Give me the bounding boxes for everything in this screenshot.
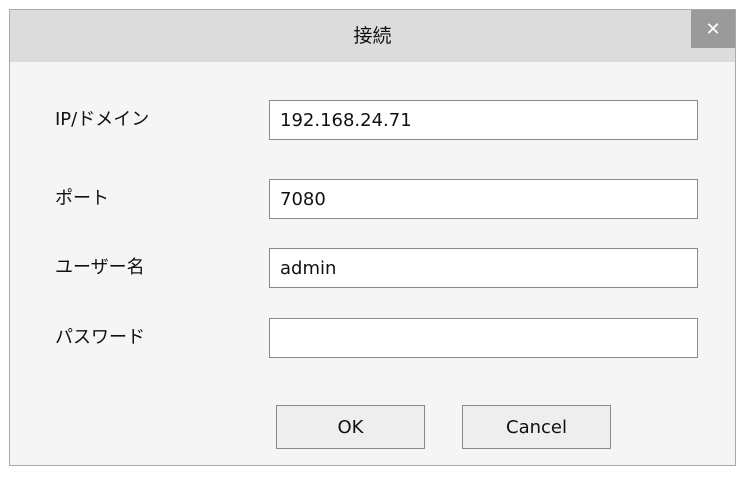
cancel-button[interactable]: Cancel [462, 405, 611, 449]
username-label: ユーザー名 [55, 257, 145, 278]
host-input[interactable] [269, 100, 698, 140]
close-icon: ✕ [705, 18, 721, 40]
port-row: ポート [10, 179, 735, 219]
username-row: ユーザー名 [10, 248, 735, 288]
port-input[interactable] [269, 179, 698, 219]
username-input[interactable] [269, 248, 698, 288]
host-label: IP/ドメイン [55, 109, 150, 130]
password-input[interactable] [269, 318, 698, 358]
ok-button[interactable]: OK [276, 405, 425, 449]
port-label: ポート [55, 188, 109, 209]
connect-dialog: 接続 ✕ IP/ドメイン ポート ユーザー名 パスワード OK Cancel [9, 9, 736, 466]
password-row: パスワード [10, 318, 735, 358]
dialog-title: 接続 [353, 25, 392, 47]
close-button[interactable]: ✕ [691, 10, 735, 48]
title-bar: 接続 ✕ [10, 10, 735, 62]
password-label: パスワード [55, 327, 145, 348]
host-row: IP/ドメイン [10, 100, 735, 140]
